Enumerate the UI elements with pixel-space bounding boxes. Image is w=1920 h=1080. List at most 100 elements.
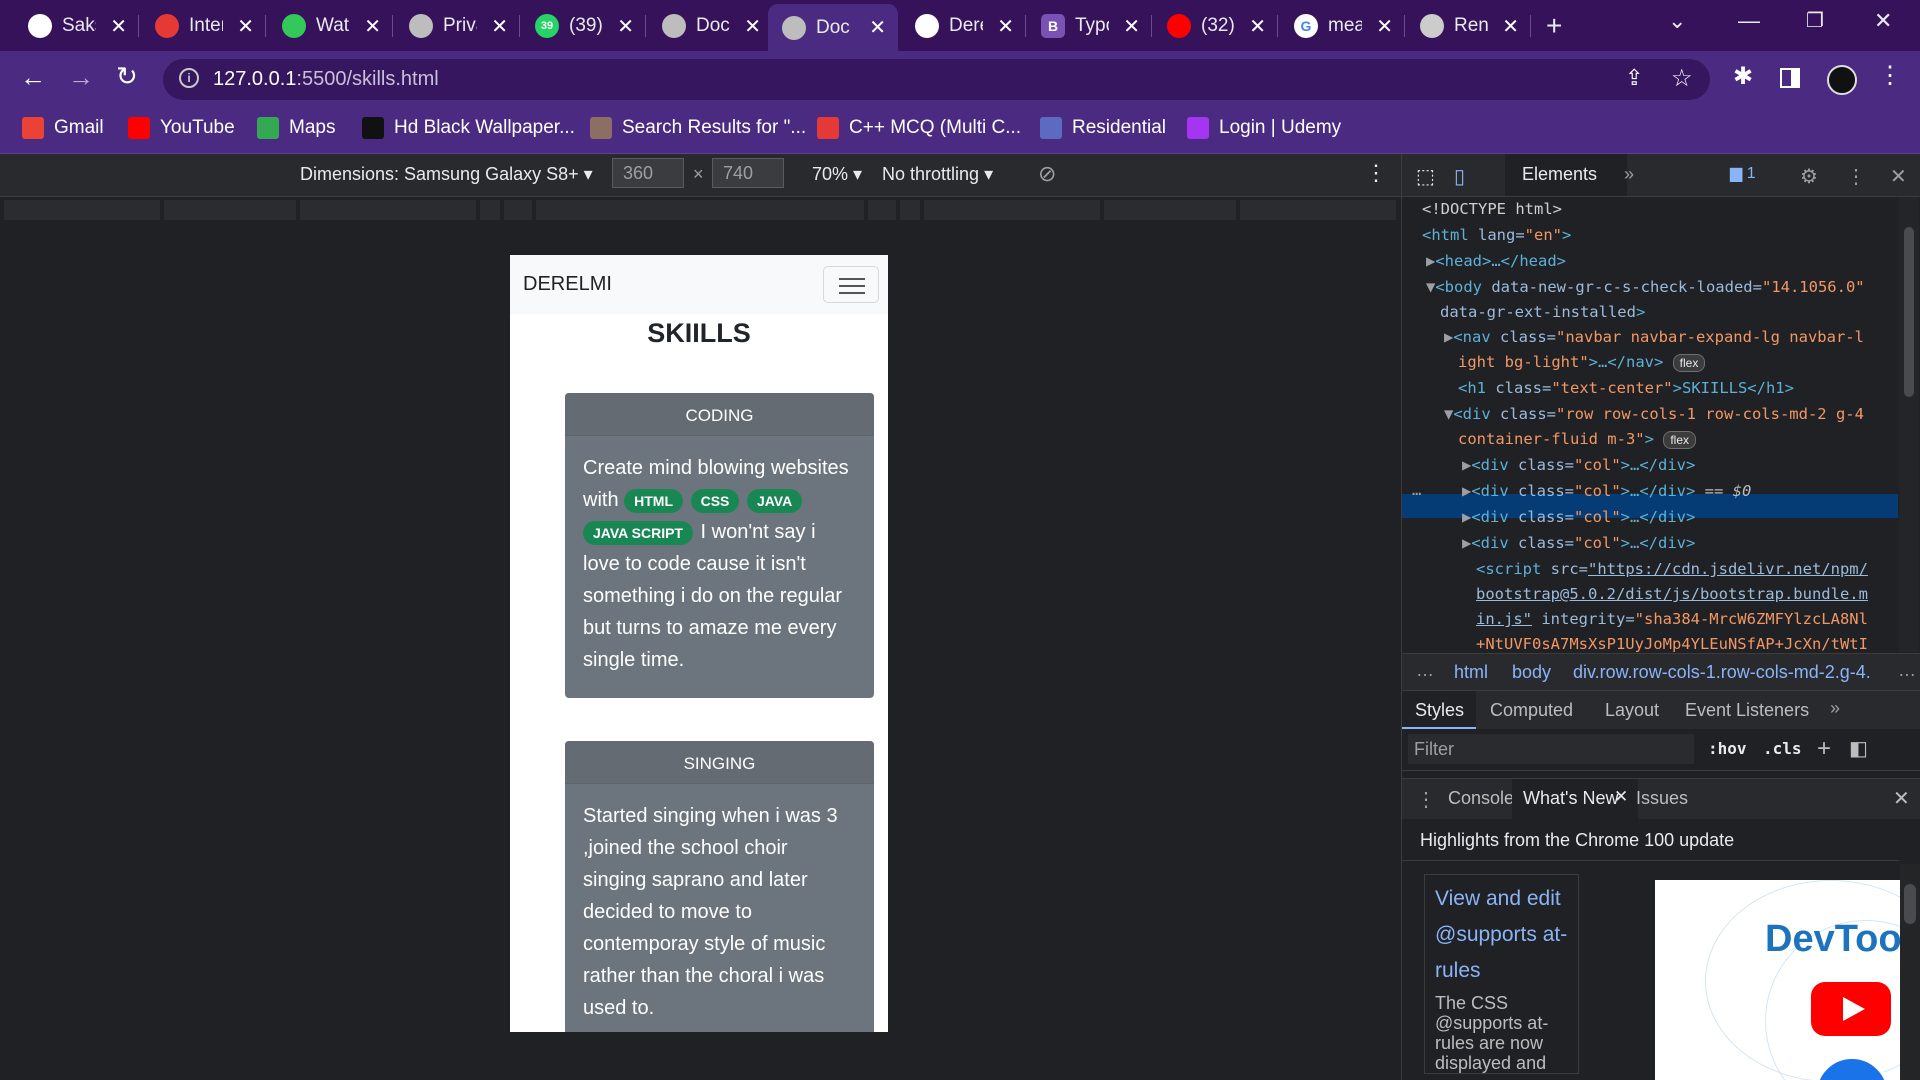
close-tab-icon[interactable]: ✕ <box>1502 14 1519 39</box>
tree-line[interactable]: ▼<div class="row row-cols-1 row-cols-md-… <box>1444 405 1864 423</box>
flex-badge[interactable]: flex <box>1663 431 1697 449</box>
bookmark-item[interactable]: Residential <box>1040 117 1166 139</box>
tree-line[interactable]: in.js" integrity="sha384-MrcW6ZMFYlzcLA8… <box>1476 610 1868 628</box>
close-drawer-icon[interactable]: ✕ <box>1893 786 1910 811</box>
add-style-rule-icon[interactable]: + <box>1817 735 1831 763</box>
bookmark-item[interactable]: Hd Black Wallpaper... <box>362 117 575 139</box>
tab-elements[interactable]: Elements <box>1505 154 1627 196</box>
styles-filter-input[interactable]: Filter <box>1414 739 1454 760</box>
tree-line[interactable]: ▶<head>…</head> <box>1426 252 1566 270</box>
rotate-icon[interactable]: ⊘ <box>1038 161 1056 187</box>
tab-issues[interactable]: Issues <box>1636 788 1688 809</box>
reload-icon[interactable]: ↻ <box>116 61 138 92</box>
tree-line[interactable]: ▶<div class="col">…</div> <box>1462 534 1695 552</box>
bookmark-item[interactable]: Login | Udemy <box>1187 117 1341 139</box>
more-tabs-icon[interactable]: » <box>1624 164 1634 185</box>
minimize-icon[interactable]: — <box>1738 8 1760 34</box>
tree-line[interactable]: <html lang="en"> <box>1422 226 1571 244</box>
browser-tab[interactable]: B Typography ✕ <box>1027 9 1152 43</box>
new-tab-icon[interactable]: + <box>1532 9 1562 43</box>
device-dimensions-select[interactable]: Dimensions: Samsung Galaxy S8+ ▾ <box>300 164 593 185</box>
bookmark-item[interactable]: Gmail <box>22 117 104 139</box>
close-tab-icon[interactable]: ✕ <box>364 14 381 39</box>
drawer-menu-icon[interactable]: ⋮ <box>1416 787 1436 812</box>
tree-line[interactable]: <!DOCTYPE html> <box>1422 200 1562 218</box>
breadcrumb-body[interactable]: body <box>1512 662 1551 683</box>
tree-line[interactable]: data-gr-ext-installed> <box>1440 303 1645 321</box>
browser-tab[interactable]: Render ✕ <box>1406 9 1531 43</box>
bookmark-star-icon[interactable]: ☆ <box>1671 64 1693 93</box>
youtube-play-icon[interactable] <box>1811 982 1891 1036</box>
close-tab-icon[interactable]: ✕ <box>237 14 254 39</box>
browser-tab[interactable]: Watch ✕ <box>268 9 393 43</box>
tree-line[interactable]: <script src="https://cdn.jsdelivr.net/np… <box>1476 560 1868 578</box>
close-tab-icon[interactable]: ✕ <box>1123 14 1140 39</box>
cls-toggle[interactable]: .cls <box>1763 739 1802 758</box>
breadcrumb-html[interactable]: html <box>1454 662 1488 683</box>
forward-icon[interactable]: → <box>68 62 94 93</box>
close-tab-icon[interactable]: ✕ <box>617 14 634 39</box>
tab-layout[interactable]: Layout <box>1605 700 1659 721</box>
devtools-menu-icon[interactable]: ⋮ <box>1846 164 1866 189</box>
tree-line[interactable]: container-fluid m-3"> flex <box>1458 430 1697 449</box>
device-more-icon[interactable]: ⋮ <box>1365 160 1387 186</box>
tree-line[interactable]: ▼<body data-new-gr-c-s-check-loaded="14.… <box>1426 278 1865 296</box>
navbar-brand[interactable]: DERELMI <box>523 273 612 296</box>
site-info-icon[interactable]: i <box>179 68 199 88</box>
settings-gear-icon[interactable]: ⚙ <box>1800 164 1818 189</box>
close-tab-icon[interactable]: ✕ <box>491 14 508 39</box>
issues-badge[interactable]: ▆ 1 <box>1724 162 1762 186</box>
browser-tab[interactable]: Docs ✕ <box>768 4 898 51</box>
throttling-select[interactable]: No throttling ▾ <box>882 164 993 185</box>
more-menu-icon[interactable]: ⋮ <box>1878 61 1902 90</box>
browser-tab[interactable]: Sakshi ✕ <box>14 9 139 43</box>
bookmark-item[interactable]: YouTube <box>128 117 235 139</box>
close-tab-icon[interactable]: ✕ <box>997 14 1014 39</box>
device-height-input[interactable]: 740 <box>712 158 784 188</box>
extensions-icon[interactable]: ✱ <box>1733 62 1753 91</box>
whats-new-scrollbar[interactable] <box>1900 864 1920 1080</box>
tab-console[interactable]: Console <box>1448 788 1514 809</box>
close-tab-icon[interactable]: ✕ <box>110 14 127 39</box>
restore-icon[interactable]: ❐ <box>1806 8 1824 33</box>
back-icon[interactable]: ← <box>20 62 46 93</box>
tree-line[interactable]: bootstrap@5.0.2/dist/js/bootstrap.bundle… <box>1476 585 1868 603</box>
browser-tab[interactable]: Internet ✕ <box>141 9 266 43</box>
browser-tab[interactable]: (32) ✕ <box>1153 9 1278 43</box>
tree-line[interactable]: <h1 class="text-center">SKIILLS</h1> <box>1458 379 1794 397</box>
browser-tab[interactable]: Gmeaning ✕ <box>1280 9 1405 43</box>
bookmark-item[interactable]: C++ MCQ (Multi C... <box>817 117 1021 139</box>
side-panel-icon[interactable] <box>1780 68 1800 88</box>
close-whats-new-icon[interactable]: ✕ <box>1614 787 1628 807</box>
more-style-tabs-icon[interactable]: » <box>1830 698 1840 719</box>
bookmark-item[interactable]: Maps <box>257 117 335 139</box>
tree-line[interactable]: ▶<div class="col">…</div> <box>1462 456 1695 474</box>
close-window-icon[interactable]: ✕ <box>1874 8 1892 34</box>
browser-tab[interactable]: 39 (39) ✕ <box>521 9 646 43</box>
media-query-bar[interactable] <box>0 197 1401 223</box>
tree-line[interactable]: +NtUVF0sA7MsXsP1UyJoMp4YLEuNSfAP+JcXn/tW… <box>1476 635 1868 653</box>
profile-avatar[interactable] <box>1827 65 1857 95</box>
close-tab-icon[interactable]: ✕ <box>744 14 761 39</box>
tab-event-listeners[interactable]: Event Listeners <box>1685 700 1809 721</box>
toggle-sidebar-icon[interactable]: ◧ <box>1849 736 1868 761</box>
tab-styles[interactable]: Styles <box>1415 700 1464 721</box>
device-width-input[interactable]: 360 <box>612 158 684 188</box>
tab-whats-new[interactable]: What's New <box>1523 788 1618 809</box>
flex-badge[interactable]: flex <box>1672 354 1706 372</box>
tab-computed[interactable]: Computed <box>1490 700 1573 721</box>
browser-tab[interactable]: Privacy ✕ <box>395 9 520 43</box>
tree-line-selected[interactable]: ▶<div class="col">…</div> == $0 <box>1462 482 1751 500</box>
dom-tree-scrollbar[interactable] <box>1899 197 1919 652</box>
close-tab-icon[interactable]: ✕ <box>1376 14 1393 39</box>
feature-link[interactable]: View and edit @supports at-rules <box>1435 881 1570 989</box>
zoom-select[interactable]: 70% ▾ <box>812 164 862 185</box>
close-tab-icon[interactable]: ✕ <box>1249 14 1266 39</box>
browser-tab[interactable]: Derelmi ✕ <box>901 9 1026 43</box>
hov-toggle[interactable]: :hov <box>1708 739 1747 758</box>
tree-line[interactable]: ▶<div class="col">…</div> <box>1462 508 1695 526</box>
bookmark-item[interactable]: Search Results for "... <box>590 117 806 139</box>
ellipsis-icon[interactable]: … <box>1412 481 1421 499</box>
video-thumbnail[interactable]: DevTools <box>1655 880 1900 1080</box>
inspect-element-icon[interactable]: ⬚ <box>1416 164 1435 189</box>
